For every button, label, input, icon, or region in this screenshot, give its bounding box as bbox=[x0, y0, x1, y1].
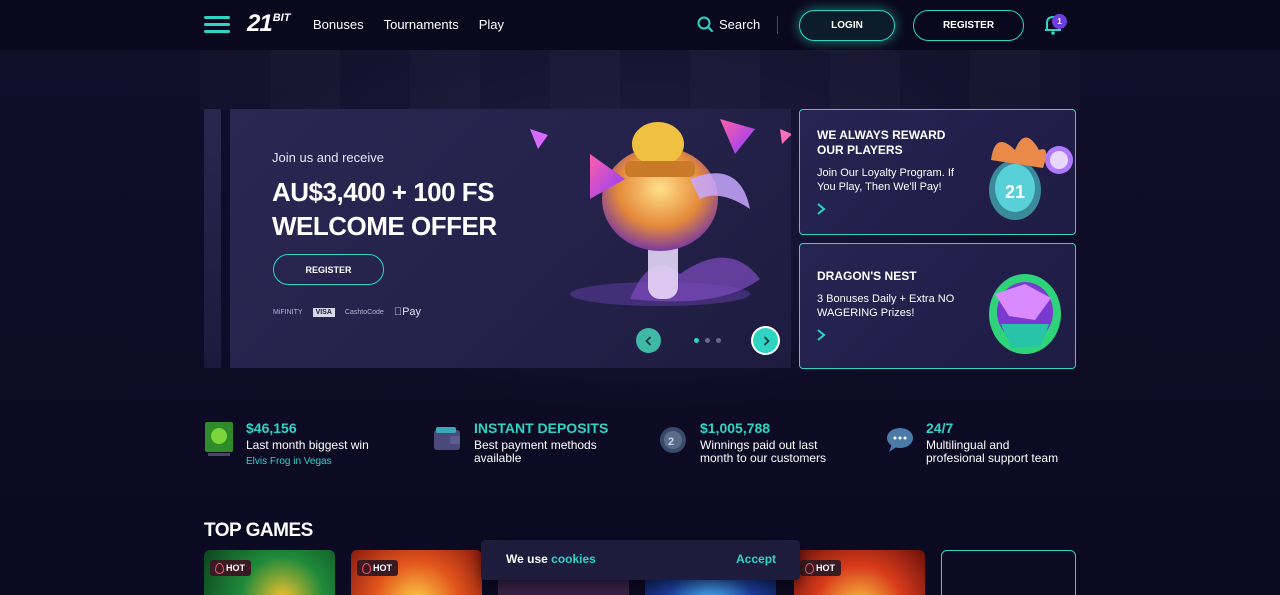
stat-label: Multilingual and profesional support tea… bbox=[926, 438, 1059, 465]
logo-main: 21 bbox=[247, 10, 273, 37]
svg-text:2: 2 bbox=[668, 436, 674, 448]
promo-card-dragons-nest[interactable]: DRAGON'S NEST 3 Bonuses Daily + Extra NO… bbox=[799, 243, 1076, 369]
background-stripes bbox=[200, 50, 1080, 110]
nav-bonuses[interactable]: Bonuses bbox=[313, 17, 364, 32]
stat-instant-deposits: INSTANT DEPOSITS Best payment methods av… bbox=[432, 420, 608, 465]
site-logo[interactable]: 21BIT bbox=[247, 10, 290, 38]
login-button[interactable]: LOGIN bbox=[799, 10, 895, 41]
top-header: 21BIT Bonuses Tournaments Play Search LO… bbox=[0, 0, 1280, 50]
stat-biggest-win: $46,156 Last month biggest win Elvis Fro… bbox=[204, 420, 369, 467]
previous-slide-peek[interactable] bbox=[204, 109, 221, 368]
loyalty-trophy-illustration: 21 bbox=[989, 137, 1073, 220]
cookie-accept-button[interactable]: Accept bbox=[736, 552, 776, 566]
carousel-dot-1[interactable] bbox=[694, 338, 699, 343]
hero-title-line1: AU$3,400 + 100 FS bbox=[272, 177, 495, 207]
register-button[interactable]: REGISTER bbox=[913, 10, 1024, 41]
mifinity-logo: MiFINITY bbox=[273, 308, 303, 316]
game-thumb-icon[interactable] bbox=[204, 420, 234, 458]
carousel-prev-button[interactable] bbox=[636, 328, 661, 353]
cookie-message: We use bbox=[506, 552, 548, 566]
stat-label: Winnings paid out last month to our cust… bbox=[700, 438, 827, 465]
chat-bubble-icon bbox=[887, 428, 913, 452]
carousel-next-button[interactable] bbox=[753, 328, 778, 353]
coin-icon: 2 bbox=[660, 427, 686, 453]
stat-label: Best payment methods available bbox=[474, 438, 597, 465]
cookie-banner: We use cookies Accept bbox=[481, 540, 800, 580]
carousel-dot-2[interactable] bbox=[705, 338, 710, 343]
stat-label: Last month biggest win bbox=[246, 438, 369, 452]
menu-hamburger-icon[interactable] bbox=[204, 16, 230, 34]
chevron-left-icon bbox=[644, 335, 651, 346]
promo-card-loyalty[interactable]: WE ALWAYS REWARD OUR PLAYERS Join Our Lo… bbox=[799, 109, 1076, 235]
chevron-right-icon bbox=[817, 203, 826, 215]
notification-count-badge: 1 bbox=[1052, 14, 1067, 29]
wallet-icon bbox=[434, 427, 460, 450]
search-icon bbox=[697, 16, 713, 32]
cookie-text: We use cookies bbox=[506, 552, 596, 566]
stat-winnings-paid: 2 $1,005,788 Winnings paid out last mont… bbox=[658, 420, 835, 465]
cookie-policy-link[interactable]: cookies bbox=[551, 552, 596, 566]
stat-value: 24/7 bbox=[926, 420, 954, 436]
apple-pay-logo: Pay bbox=[393, 306, 421, 318]
stat-game-link[interactable]: Elvis Frog in Vegas bbox=[246, 456, 369, 467]
hero-intro: Join us and receive bbox=[272, 150, 385, 165]
promo-title: DRAGON'S NEST bbox=[817, 269, 917, 283]
game-card[interactable] bbox=[941, 550, 1076, 595]
stat-value: INSTANT DEPOSITS bbox=[474, 420, 609, 436]
carousel-dot-3[interactable] bbox=[716, 338, 721, 343]
logo-sub: BIT bbox=[272, 12, 291, 24]
hot-badge: HOT bbox=[357, 560, 398, 576]
stat-value: $46,156 bbox=[246, 420, 297, 436]
nav-play[interactable]: Play bbox=[479, 17, 504, 32]
hot-badge: HOT bbox=[210, 560, 251, 576]
chevron-right-icon bbox=[817, 329, 826, 341]
search-label: Search bbox=[719, 16, 761, 32]
dragon-egg-illustration bbox=[989, 274, 1061, 354]
game-card[interactable]: HOT bbox=[351, 550, 482, 595]
hero-register-button[interactable]: REGISTER bbox=[273, 254, 384, 285]
header-divider bbox=[777, 16, 778, 34]
cashtocode-logo: CashtoCode bbox=[344, 308, 384, 316]
game-card[interactable]: HOT bbox=[204, 550, 335, 595]
hot-badge: HOT bbox=[800, 560, 841, 576]
promo-description: Join Our Loyalty Program. If You Play, T… bbox=[817, 167, 954, 193]
search-button[interactable]: Search bbox=[697, 16, 760, 32]
stat-support: 24/7 Multilingual and profesional suppor… bbox=[884, 420, 1066, 465]
payment-logos: MiFINITY VISA CashtoCode Pay bbox=[273, 306, 421, 318]
hero-banner: Join us and receive AU$3,400 + 100 FS WE… bbox=[230, 109, 791, 368]
top-games-heading: TOP GAMES bbox=[204, 520, 313, 541]
visa-logo: VISA bbox=[312, 307, 335, 317]
hero-title-line2: WELCOME OFFER bbox=[272, 211, 497, 241]
promo-title: WE ALWAYS REWARD OUR PLAYERS bbox=[817, 128, 946, 157]
carousel-dots bbox=[694, 338, 721, 343]
hero-character-illustration bbox=[530, 119, 791, 306]
chevron-right-icon bbox=[763, 335, 770, 346]
stat-value: $1,005,788 bbox=[700, 420, 771, 436]
main-nav: Bonuses Tournaments Play bbox=[313, 17, 504, 32]
svg-text:21: 21 bbox=[1005, 182, 1025, 202]
hero-title: AU$3,400 + 100 FS WELCOME OFFER bbox=[272, 175, 497, 243]
nav-tournaments[interactable]: Tournaments bbox=[384, 17, 459, 32]
promo-description: 3 Bonuses Daily + Extra NO WAGERING Priz… bbox=[817, 293, 955, 319]
game-card[interactable]: HOT bbox=[794, 550, 925, 595]
